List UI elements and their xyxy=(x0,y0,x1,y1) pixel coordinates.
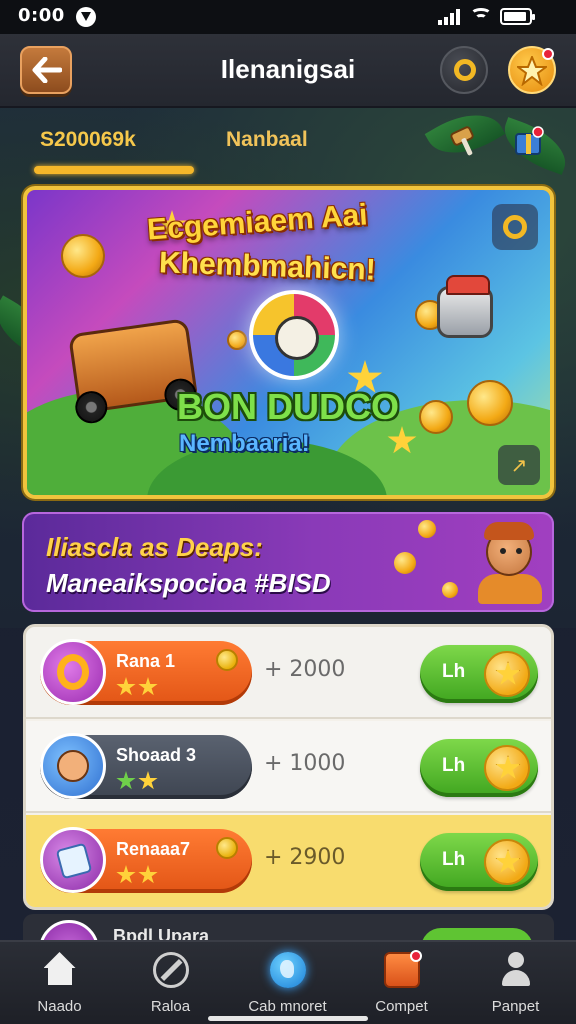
signal-icon xyxy=(438,9,464,25)
claim-button[interactable]: Lh xyxy=(420,739,538,797)
profile-button[interactable] xyxy=(440,46,488,94)
item-icon xyxy=(40,827,106,893)
nav-label: Compet xyxy=(375,998,428,1015)
star-coin-icon xyxy=(484,651,530,697)
list-item: Shoaad 3 + 1000 Lh xyxy=(26,721,551,813)
star-icon xyxy=(517,56,547,86)
nav-home[interactable]: Naado xyxy=(2,952,117,1022)
battery-icon xyxy=(500,8,535,25)
claim-button-label: Lh xyxy=(442,755,466,776)
tab-balance[interactable]: S200069k xyxy=(40,128,136,152)
ring-icon xyxy=(503,215,527,239)
active-tab-indicator xyxy=(34,166,194,174)
item-icon xyxy=(40,639,106,705)
hammer-icon[interactable] xyxy=(448,124,482,158)
list-item-partial[interactable]: Bpdl Upara xyxy=(23,914,554,942)
compass-icon xyxy=(152,952,189,988)
item-name: Rana 1 xyxy=(116,651,176,671)
item-stars xyxy=(116,677,160,701)
promo-line-2: Maneaikspocioa #BISD xyxy=(46,568,331,598)
nav-label: Panpet xyxy=(491,998,540,1015)
coin-icon xyxy=(216,649,238,671)
item-pill[interactable]: Shoaad 3 xyxy=(40,733,252,799)
hero-banner[interactable]: Ecgemiaem Aai Khembmahicn! BON DUDCO Nem… xyxy=(23,186,554,499)
list-item: Rana 1 + 2000 Lh xyxy=(26,627,551,719)
home-icon xyxy=(42,952,78,988)
hero-headline-1: Ecgemiaem Aai xyxy=(146,198,369,247)
robot-character-image xyxy=(437,275,493,338)
nav-world[interactable]: Cab mnoret xyxy=(230,952,345,1022)
tab-bar: S200069k Nanbaal xyxy=(20,120,560,180)
item-price: + 1000 xyxy=(264,751,346,776)
nav-label: Raloa xyxy=(150,998,191,1015)
item-name: Shoaad 3 xyxy=(116,745,197,765)
nav-compete[interactable]: Compet xyxy=(344,950,459,1022)
expand-icon[interactable]: ↗ xyxy=(498,445,540,485)
claim-button-label: Lh xyxy=(442,849,466,870)
item-pill[interactable]: Renaaa7 xyxy=(40,827,252,893)
prize-orb-image xyxy=(249,290,339,380)
hero-character-avatar xyxy=(474,522,548,604)
status-time: 0:00 xyxy=(18,5,65,26)
item-pill[interactable]: Rana 1 xyxy=(40,639,252,705)
claim-button-label: Lh xyxy=(442,661,466,682)
home-indicator[interactable] xyxy=(208,1016,368,1021)
reward-list: Rana 1 + 2000 Lh Shoaad 3 + 1000 Lh Rena… xyxy=(23,624,554,910)
coin-icon xyxy=(216,837,238,859)
item-stars xyxy=(116,865,160,889)
hero-promo-subtitle: Nembaaria! xyxy=(179,430,310,457)
profile-ring-icon xyxy=(454,59,476,81)
item-name: Renaaa7 xyxy=(116,839,191,859)
star-coin-icon xyxy=(484,745,530,791)
nav-label: Naado xyxy=(37,998,82,1015)
list-item: Renaaa7 + 2900 Lh xyxy=(26,815,551,907)
page-title: Ilenanigsai xyxy=(220,54,356,84)
item-price: + 2000 xyxy=(264,657,346,682)
promo-line-1: Iliascla as Deaps: xyxy=(46,532,263,562)
chest-icon xyxy=(383,950,422,988)
hero-promo-title: BON DUDCO xyxy=(177,386,399,427)
item-icon xyxy=(40,733,106,799)
item-stars xyxy=(116,771,160,795)
status-bar: 0:00 xyxy=(0,0,576,34)
nav-profile[interactable]: Panpet xyxy=(458,952,573,1022)
claim-button[interactable]: Lh xyxy=(420,645,538,703)
notification-dot xyxy=(542,48,554,60)
app-root: 0:00 Ilenanigsai S200069k Nanbaal Ecgemi… xyxy=(0,0,576,1024)
item-icon xyxy=(39,920,99,942)
rewards-button[interactable] xyxy=(508,46,556,94)
hero-headline-2: Khembmahicn! xyxy=(158,246,377,287)
bottom-nav: Naado Raloa Cab mnoret Compet Panpet xyxy=(0,940,576,1024)
nav-label: Cab mnoret xyxy=(248,998,327,1015)
tab-nanbaal[interactable]: Nanbaal xyxy=(226,128,308,152)
hero-info-button[interactable] xyxy=(492,204,538,250)
star-coin-icon xyxy=(484,839,530,885)
wifi-icon xyxy=(470,8,492,26)
claim-button[interactable]: Lh xyxy=(420,833,538,891)
gift-box-icon[interactable] xyxy=(512,124,546,158)
promo-banner[interactable]: Iliascla as Deaps: Maneaikspocioa #BISD xyxy=(22,512,554,612)
vpn-shield-icon xyxy=(76,7,96,27)
globe-icon xyxy=(269,952,306,988)
item-price: + 2900 xyxy=(264,845,346,870)
nav-explore[interactable]: Raloa xyxy=(113,952,228,1022)
app-header: Ilenanigsai xyxy=(0,34,576,108)
user-icon xyxy=(498,952,534,988)
